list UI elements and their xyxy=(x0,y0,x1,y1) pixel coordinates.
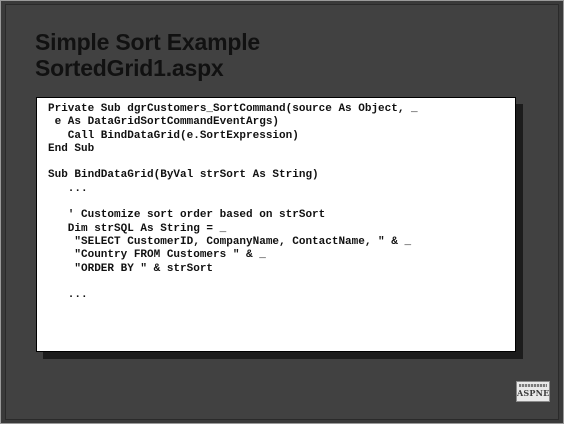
code-line: ... xyxy=(48,289,88,302)
code-line: Call BindDataGrid(e.SortExpression) xyxy=(48,129,299,142)
slide-title: Simple Sort Example SortedGrid1.aspx xyxy=(35,29,515,81)
slide-subtitle-line: SortedGrid1.aspx xyxy=(35,55,224,81)
code-line: ... xyxy=(48,182,88,195)
aspnet-logo-icon: ASPNET xyxy=(516,381,550,402)
code-line: "Country FROM Customers " & _ xyxy=(48,249,266,262)
slide-title-line: Simple Sort Example xyxy=(35,29,260,55)
code-line: "SELECT CustomerID, CompanyName, Contact… xyxy=(48,235,412,248)
code-line: Sub BindDataGrid(ByVal strSort As String… xyxy=(48,169,319,182)
code-line: "ORDER BY " & strSort xyxy=(48,262,214,275)
code-line: End Sub xyxy=(48,142,95,155)
code-box: Private Sub dgrCustomers_SortCommand(sou… xyxy=(36,97,516,352)
slide: Simple Sort Example SortedGrid1.aspx Pri… xyxy=(0,0,564,424)
code-line: ' Customize sort order based on strSort xyxy=(48,209,326,222)
code-line: e As DataGridSortCommandEventArgs) xyxy=(48,116,280,129)
logo-stripe xyxy=(519,384,547,387)
code-line: Dim strSQL As String = _ xyxy=(48,222,227,235)
code-line: Private Sub dgrCustomers_SortCommand(sou… xyxy=(48,103,418,115)
logo-text: ASPNET xyxy=(517,388,550,398)
